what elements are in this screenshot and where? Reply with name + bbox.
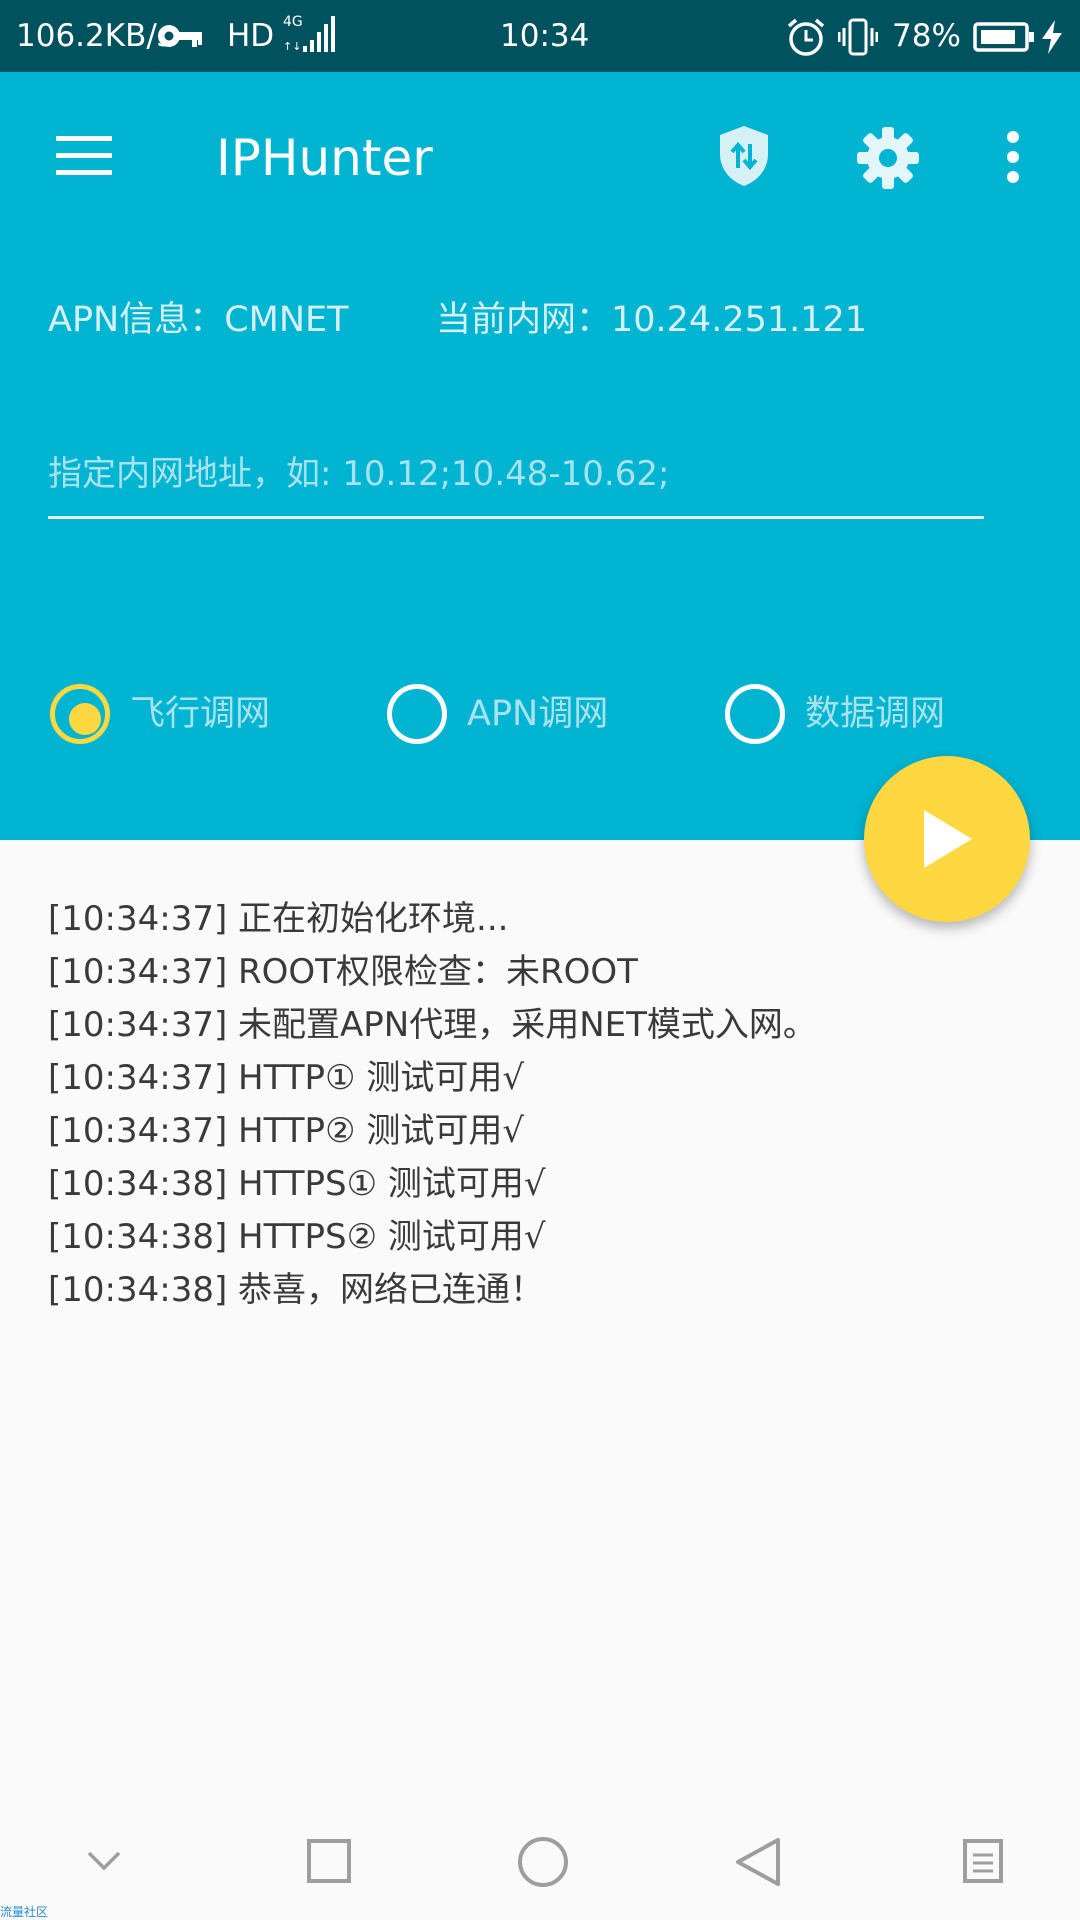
battery-icon (973, 22, 1034, 52)
alarm-icon (787, 18, 825, 56)
recents-icon[interactable] (306, 1838, 352, 1884)
vpn-key-icon (158, 25, 202, 47)
play-icon (924, 810, 972, 868)
settings-icon[interactable] (857, 127, 919, 189)
radio-label: 飞行调网 (130, 694, 271, 734)
net-speed: 106.2KB/s (16, 18, 173, 54)
log-line: [10:34:38] 恭喜，网络已连通！ (48, 1270, 545, 1310)
menu-list-icon[interactable] (962, 1838, 1004, 1884)
log-line: [10:34:37] 正在初始化环境... (48, 899, 509, 939)
ip-range-input[interactable] (48, 432, 984, 519)
log-line: [10:34:38] HTTPS① 测试可用√ (48, 1164, 546, 1204)
log-line: [10:34:37] HTTP① 测试可用√ (48, 1058, 524, 1098)
clock: 10:34 (500, 18, 590, 54)
log-line: [10:34:38] HTTPS② 测试可用√ (48, 1217, 546, 1257)
menu-icon[interactable] (56, 136, 112, 176)
radio-label: APN调网 (467, 694, 609, 734)
battery-level: 78% (892, 18, 961, 54)
chevron-down-icon[interactable] (86, 1850, 122, 1872)
signal-icon: ↑↓ (283, 16, 335, 52)
vibrate-icon (838, 18, 878, 56)
log-line: [10:34:37] 未配置APN代理，采用NET模式入网。 (48, 1005, 817, 1045)
log-line: [10:34:37] HTTP② 测试可用√ (48, 1111, 524, 1151)
log-line: [10:34:37] ROOT权限检查：未ROOT (48, 952, 638, 992)
status-bar: 106.2KB/s HD 4G ↑↓ 10:34 78% (0, 0, 1080, 72)
charging-icon (1042, 20, 1062, 54)
radio-button[interactable] (50, 684, 110, 744)
radio-label: 数据调网 (805, 694, 946, 734)
intranet-ip: 当前内网：10.24.251.121 (436, 300, 868, 340)
log-output: [10:34:37] 正在初始化环境... [10:34:37] ROOT权限检… (48, 893, 817, 1317)
app-title: IPHunter (216, 129, 433, 187)
hd-indicator: HD (227, 18, 275, 54)
home-icon[interactable] (517, 1836, 569, 1888)
more-vert-icon[interactable] (1004, 130, 1022, 184)
svg-text:↑↓: ↑↓ (283, 40, 301, 52)
navigation-bar (0, 1800, 1080, 1920)
watermark: 流量社区 (0, 1905, 49, 1919)
radio-button[interactable] (387, 684, 447, 744)
radio-button[interactable] (725, 684, 785, 744)
radio-selected-dot (69, 703, 101, 735)
header-panel: IPHunter APN信息：CMNET 当前内网：10.24.251.121 … (0, 72, 1080, 840)
start-button[interactable] (864, 756, 1030, 922)
back-icon[interactable] (734, 1836, 782, 1888)
apn-info: APN信息：CMNET (48, 300, 349, 340)
vpn-shield-icon[interactable] (716, 124, 772, 188)
